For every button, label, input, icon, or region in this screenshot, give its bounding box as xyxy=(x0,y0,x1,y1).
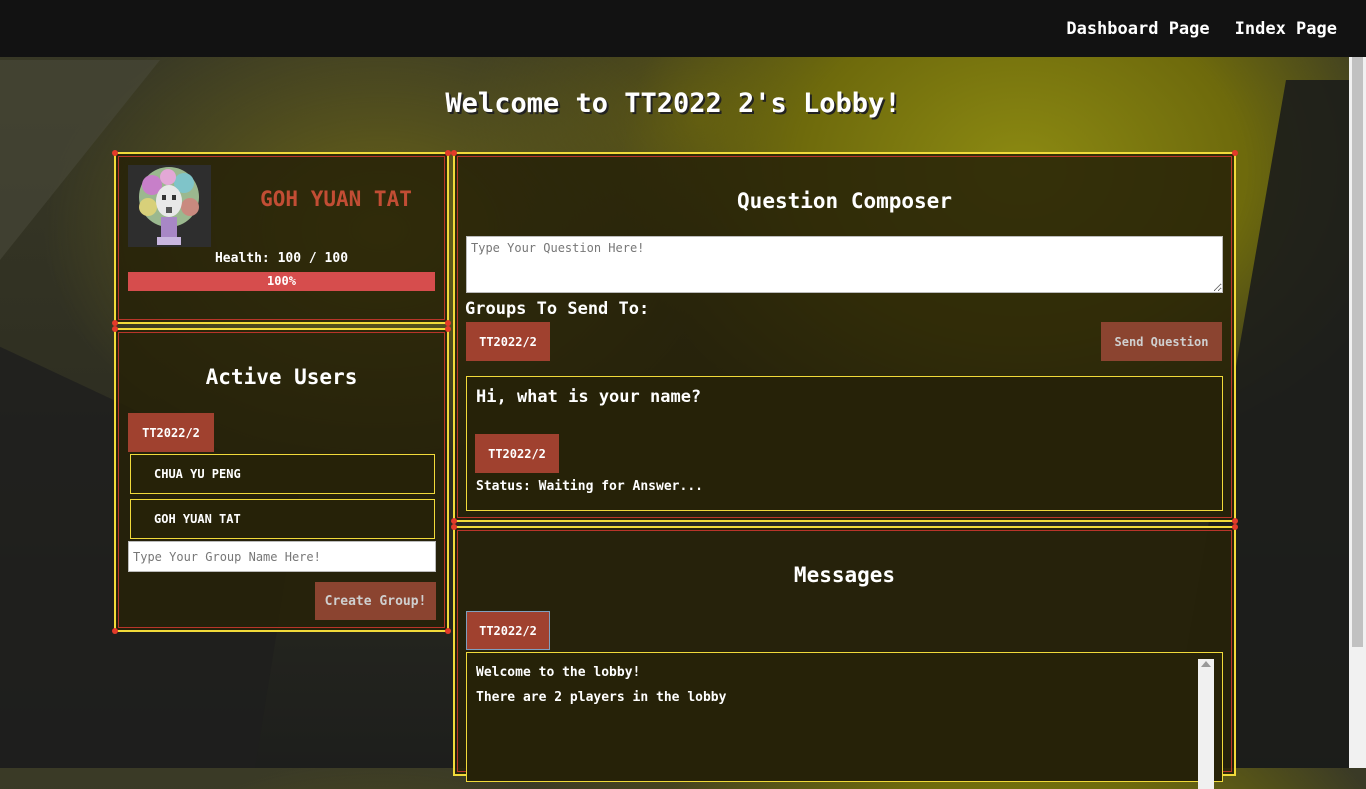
messages-panel: Messages TT2022/2 Welcome to the lobby! … xyxy=(451,524,1238,789)
question-composer-title: Question Composer xyxy=(737,189,952,213)
active-users-title: Active Users xyxy=(205,365,358,389)
player-name: GOH YUAN TAT xyxy=(260,187,412,211)
messages-title: Messages xyxy=(793,563,896,587)
user-row[interactable]: GOH YUAN TAT xyxy=(130,499,435,539)
question-group-tag[interactable]: TT2022/2 xyxy=(475,434,559,473)
player-profile-panel: GOH YUAN TAT Health: 100 / 100 100% xyxy=(112,150,451,326)
send-question-button[interactable]: Send Question xyxy=(1101,322,1222,361)
group-name-input[interactable] xyxy=(128,541,436,572)
user-row[interactable]: CHUA YU PENG xyxy=(130,454,435,494)
health-label: Health: 100 / 100 xyxy=(214,251,349,266)
groups-to-send-label: Groups To Send To: xyxy=(465,299,650,319)
message-log[interactable]: Welcome to the lobby! There are 2 player… xyxy=(466,652,1223,789)
create-group-button[interactable]: Create Group! xyxy=(315,582,436,620)
dashboard-page-link[interactable]: Dashboard Page xyxy=(1066,19,1209,39)
page-title: Welcome to TT2022 2's Lobby! xyxy=(445,88,901,119)
question-status: Status: Waiting for Answer... xyxy=(476,479,703,494)
user-name: GOH YUAN TAT xyxy=(154,512,241,526)
avatar-image xyxy=(128,165,211,247)
health-percent: 100% xyxy=(267,274,296,288)
message-line: There are 2 players in the lobby xyxy=(476,690,727,705)
message-line: Welcome to the lobby! xyxy=(476,665,641,680)
group-select-button[interactable]: TT2022/2 xyxy=(466,322,550,361)
scroll-up-icon[interactable] xyxy=(1201,661,1211,667)
avatar xyxy=(128,165,211,247)
question-input[interactable] xyxy=(466,236,1223,293)
user-name: CHUA YU PENG xyxy=(154,467,241,481)
page-scrollbar-thumb[interactable] xyxy=(1352,57,1363,647)
health-bar: 100% xyxy=(128,272,435,291)
question-composer-panel: Question Composer Groups To Send To: TT2… xyxy=(451,150,1238,524)
group-tag-button[interactable]: TT2022/2 xyxy=(128,413,214,452)
question-card: Hi, what is your name? TT2022/2 Status: … xyxy=(466,376,1223,511)
active-users-panel: Active Users TT2022/2 CHUA YU PENG GOH Y… xyxy=(112,326,451,634)
index-page-link[interactable]: Index Page xyxy=(1235,19,1337,39)
messages-group-tab[interactable]: TT2022/2 xyxy=(466,611,550,650)
message-scrollbar[interactable] xyxy=(1198,659,1214,789)
top-navbar: Dashboard Page Index Page xyxy=(0,0,1366,57)
question-text: Hi, what is your name? xyxy=(476,387,702,407)
page-scrollbar[interactable] xyxy=(1349,57,1366,768)
